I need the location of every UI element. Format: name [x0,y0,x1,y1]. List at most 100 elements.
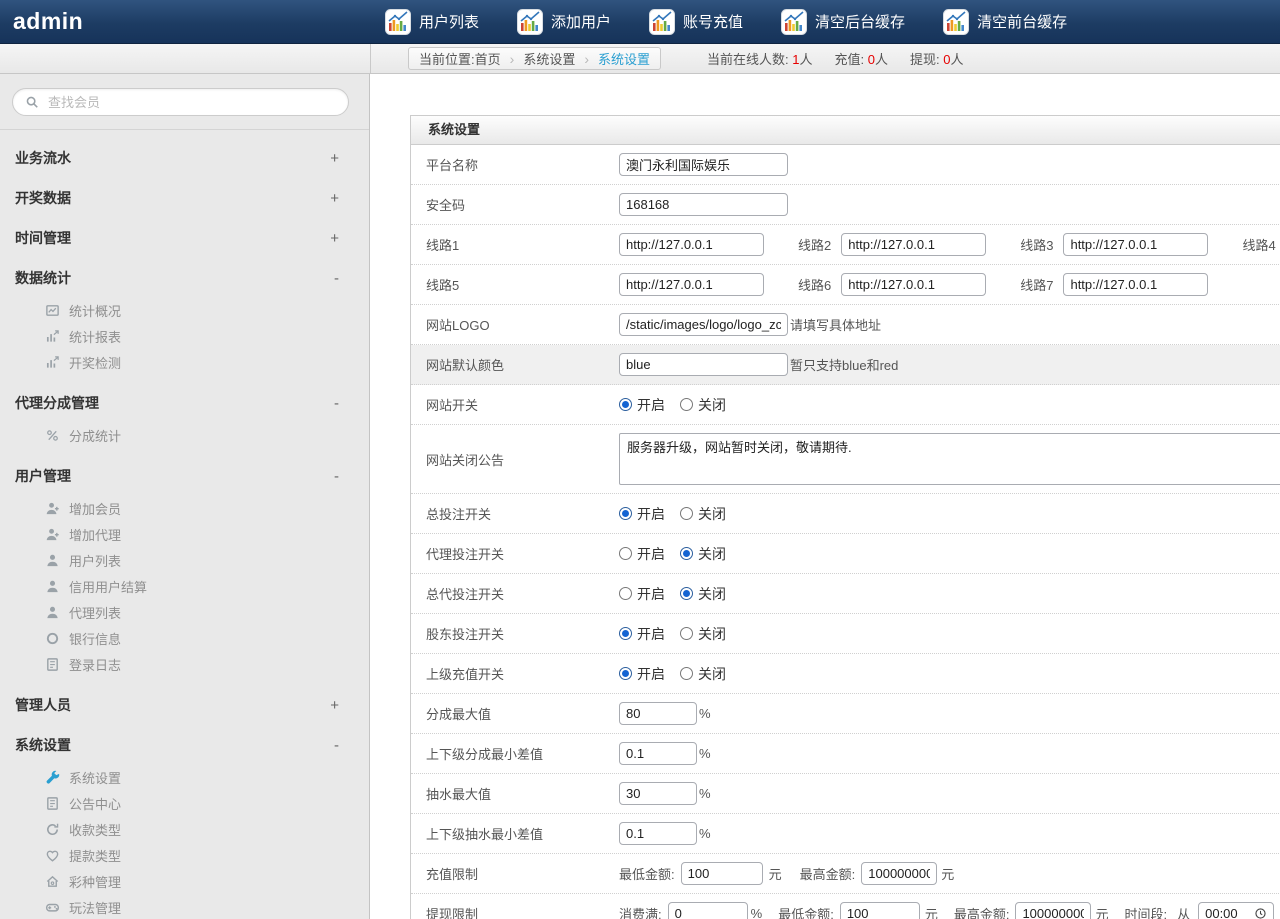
site-switch-radio-unchecked[interactable]: 关闭 [680,395,726,415]
sidebar-item-agent-list[interactable]: 代理列表 [0,600,369,626]
top-nav-add-user[interactable]: 添加用户 [517,9,611,35]
withdrawal-limit-time-input[interactable]: 00:00 [1198,902,1274,919]
sidebar-item-payment-type[interactable]: 收款类型 [0,817,369,843]
line-1-field-label: 线路3 [1020,235,1053,254]
general-agent-bet-switch-radio-checked[interactable]: 关闭 [680,584,726,604]
rake-min-diff-input[interactable] [619,822,697,845]
recharge-limit-input[interactable] [861,862,937,885]
radio-label: 开启 [637,395,665,415]
shareholder-bet-switch-radio-unchecked[interactable]: 关闭 [680,624,726,644]
general-agent-bet-switch-radio-unchecked[interactable]: 开启 [619,584,665,604]
radio-icon[interactable] [680,627,693,640]
sidebar-item-stats-report[interactable]: 统计报表 [0,324,369,350]
doc-icon [45,796,60,811]
sidebar-section-user-management[interactable]: 用户管理- [0,456,369,496]
line-5-input[interactable] [619,273,764,296]
top-nav-clear-frontend-cache[interactable]: 清空前台缓存 [943,9,1067,35]
withdrawal-limit-input[interactable] [668,902,748,919]
site-switch-radio-checked[interactable]: 开启 [619,395,665,415]
superior-recharge-switch-radio-unchecked[interactable]: 关闭 [680,664,726,684]
line-1-input[interactable] [619,233,764,256]
sidebar-section-data-statistics[interactable]: 数据统计- [0,258,369,298]
rake-max-input[interactable] [619,782,697,805]
sidebar-item-label: 开奖检测 [69,353,121,372]
sidebar-section-agent-commission[interactable]: 代理分成管理- [0,383,369,423]
collapse-icon: - [334,468,339,485]
security-code-input[interactable] [619,193,788,216]
radio-icon[interactable] [680,507,693,520]
radio-icon[interactable] [680,398,693,411]
withdrawal-limit-input[interactable] [840,902,920,919]
commission-min-diff-input[interactable] [619,742,697,765]
radio-icon[interactable] [680,547,693,560]
sidebar-section-business-flow[interactable]: 业务流水+ [0,138,369,178]
agent-bet-switch-radio-unchecked[interactable]: 开启 [619,544,665,564]
recharge-limit-input[interactable] [681,862,763,885]
sidebar-item-draw-check[interactable]: 开奖检测 [0,350,369,376]
site-close-notice-textarea[interactable] [619,433,1280,485]
chart-area-icon [45,303,60,318]
line-1-field-label: 线路2 [798,235,831,254]
search-input[interactable] [48,95,336,110]
radio-icon[interactable] [619,667,632,680]
sidebar-section-administrators[interactable]: 管理人员+ [0,685,369,725]
total-bet-switch-radio-checked[interactable]: 开启 [619,504,665,524]
radio-label: 开启 [637,504,665,524]
sidebar-item-lottery-type-management[interactable]: 彩种管理 [0,869,369,895]
top-bar: admin 用户列表添加用户账号充值清空后台缓存清空前台缓存 [0,0,1280,44]
sidebar-item-play-management[interactable]: 玩法管理 [0,895,369,919]
radio-icon[interactable] [619,507,632,520]
sidebar-section-time-management[interactable]: 时间管理+ [0,218,369,258]
general-agent-bet-switch-label: 总代投注开关 [426,584,619,603]
total-bet-switch-radio-unchecked[interactable]: 关闭 [680,504,726,524]
breadcrumb-home[interactable]: 首页 [475,49,501,68]
sidebar-item-credit-user-settlement[interactable]: 信用用户结算 [0,574,369,600]
sidebar-item-commission-stats[interactable]: 分成统计 [0,423,369,449]
sidebar-item-login-log[interactable]: 登录日志 [0,652,369,678]
superior-recharge-switch-radio-group: 开启关闭 [619,664,741,684]
line-5-input[interactable] [1063,273,1208,296]
sidebar-section-lottery-data[interactable]: 开奖数据+ [0,178,369,218]
site-logo-input[interactable] [619,313,788,336]
superior-recharge-switch-radio-checked[interactable]: 开启 [619,664,665,684]
commission-max-input[interactable] [619,702,697,725]
radio-icon[interactable] [680,667,693,680]
platform-name-input[interactable] [619,153,788,176]
form-row-commission-max: 分成最大值% [411,694,1280,734]
line-5-field-label: 线路6 [798,275,831,294]
refresh-icon [45,822,60,837]
sidebar-item-add-agent[interactable]: 增加代理 [0,522,369,548]
sidebar-section-system-settings[interactable]: 系统设置- [0,725,369,765]
line-1-input[interactable] [841,233,986,256]
sidebar-item-bank-info[interactable]: 银行信息 [0,626,369,652]
sidebar-item-system-settings[interactable]: 系统设置 [0,765,369,791]
form-row-superior-recharge-switch: 上级充值开关开启关闭 [411,654,1280,694]
shareholder-bet-switch-radio-checked[interactable]: 开启 [619,624,665,644]
radio-icon[interactable] [619,587,632,600]
member-search-box[interactable] [12,88,349,116]
withdrawal-limit-input[interactable] [1015,902,1091,919]
recharge-limit-unit: 元 [769,864,782,883]
radio-icon[interactable] [619,547,632,560]
sidebar-item-user-list[interactable]: 用户列表 [0,548,369,574]
top-nav-user-list[interactable]: 用户列表 [385,9,479,35]
line-1-input[interactable] [1063,233,1208,256]
agent-bet-switch-radio-checked[interactable]: 关闭 [680,544,726,564]
top-nav-account-recharge[interactable]: 账号充值 [649,9,743,35]
withdrawal-limit-unit: 元 [1095,904,1108,919]
radio-icon[interactable] [619,398,632,411]
sidebar-item-add-member[interactable]: 增加会员 [0,496,369,522]
breadcrumb-system-settings[interactable]: 系统设置 [523,49,575,68]
top-nav-clear-backend-cache[interactable]: 清空后台缓存 [781,9,905,35]
radio-icon[interactable] [619,627,632,640]
radio-icon[interactable] [680,587,693,600]
sidebar-item-label: 分成统计 [69,426,121,445]
sidebar-item-announcement-center[interactable]: 公告中心 [0,791,369,817]
sidebar-item-withdrawal-type[interactable]: 提款类型 [0,843,369,869]
sidebar-item-stats-overview[interactable]: 统计概况 [0,298,369,324]
expand-icon: + [330,190,339,207]
line-5-input[interactable] [841,273,986,296]
sidebar-item-label: 增加代理 [69,525,121,544]
breadcrumb-system-settings-current[interactable]: 系统设置 [598,49,650,68]
site-default-color-input[interactable] [619,353,788,376]
